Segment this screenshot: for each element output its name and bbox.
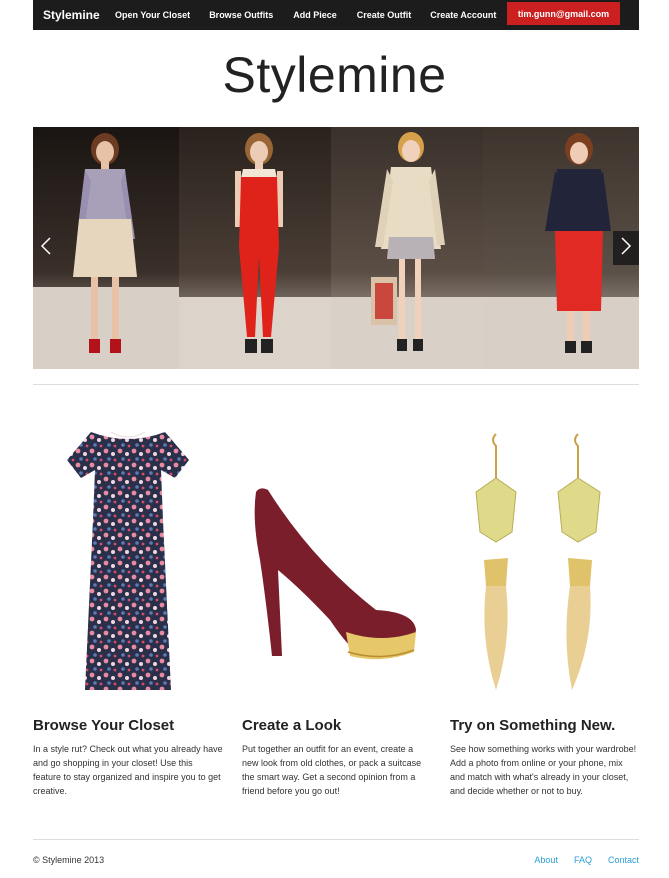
footer-link-about[interactable]: About: [534, 855, 558, 865]
top-navbar: Stylemine Open Your Closet Browse Outfit…: [33, 0, 639, 30]
footer-copyright: © Stylemine 2013: [33, 855, 105, 865]
nav-open-your-closet[interactable]: Open Your Closet: [115, 10, 190, 20]
carousel-slide-2: [179, 127, 331, 369]
nav-create-account[interactable]: Create Account: [430, 10, 496, 20]
section-divider: [33, 384, 639, 385]
feature-title-browse-closet: Browse Your Closet: [33, 717, 175, 734]
feature-title-try-something-new: Try on Something New.: [450, 717, 616, 734]
earrings-image: [450, 420, 640, 710]
nav-create-outfit[interactable]: Create Outfit: [357, 10, 412, 20]
feature-text-browse-closet: In a style rut? Check out what you alrea…: [33, 744, 223, 796]
nav-browse-outfits[interactable]: Browse Outfits: [209, 10, 273, 20]
feature-text-create-look: Put together an outfit for an event, cre…: [242, 744, 422, 796]
footer-link-contact[interactable]: Contact: [608, 855, 639, 865]
chevron-left-icon: [40, 236, 52, 261]
brand-logo[interactable]: Stylemine: [33, 8, 105, 22]
footer-links: About FAQ Contact: [534, 855, 639, 865]
feature-browse-closet: Browse Your Closet In a style rut? Check…: [33, 420, 223, 796]
nav-add-piece[interactable]: Add Piece: [293, 10, 337, 20]
chevron-right-icon: [620, 236, 632, 261]
dress-image: [33, 420, 223, 710]
carousel-prev-button[interactable]: [33, 231, 59, 265]
user-account-button[interactable]: tim.gunn@gmail.com: [507, 2, 620, 25]
carousel-next-button[interactable]: [613, 231, 639, 265]
feature-title-create-look: Create a Look: [242, 717, 342, 734]
feature-create-look: Create a Look Put together an outfit for…: [242, 420, 432, 796]
footer-link-faq[interactable]: FAQ: [574, 855, 592, 865]
runway-carousel[interactable]: [33, 127, 639, 369]
feature-text-try-something-new: See how something works with your wardro…: [450, 744, 637, 796]
footer-divider: [33, 839, 639, 840]
page-title: Stylemine: [222, 47, 447, 103]
carousel-slide-3: [331, 127, 483, 369]
feature-try-something-new: Try on Something New. See how something …: [450, 420, 640, 796]
shoe-image: [242, 420, 432, 710]
